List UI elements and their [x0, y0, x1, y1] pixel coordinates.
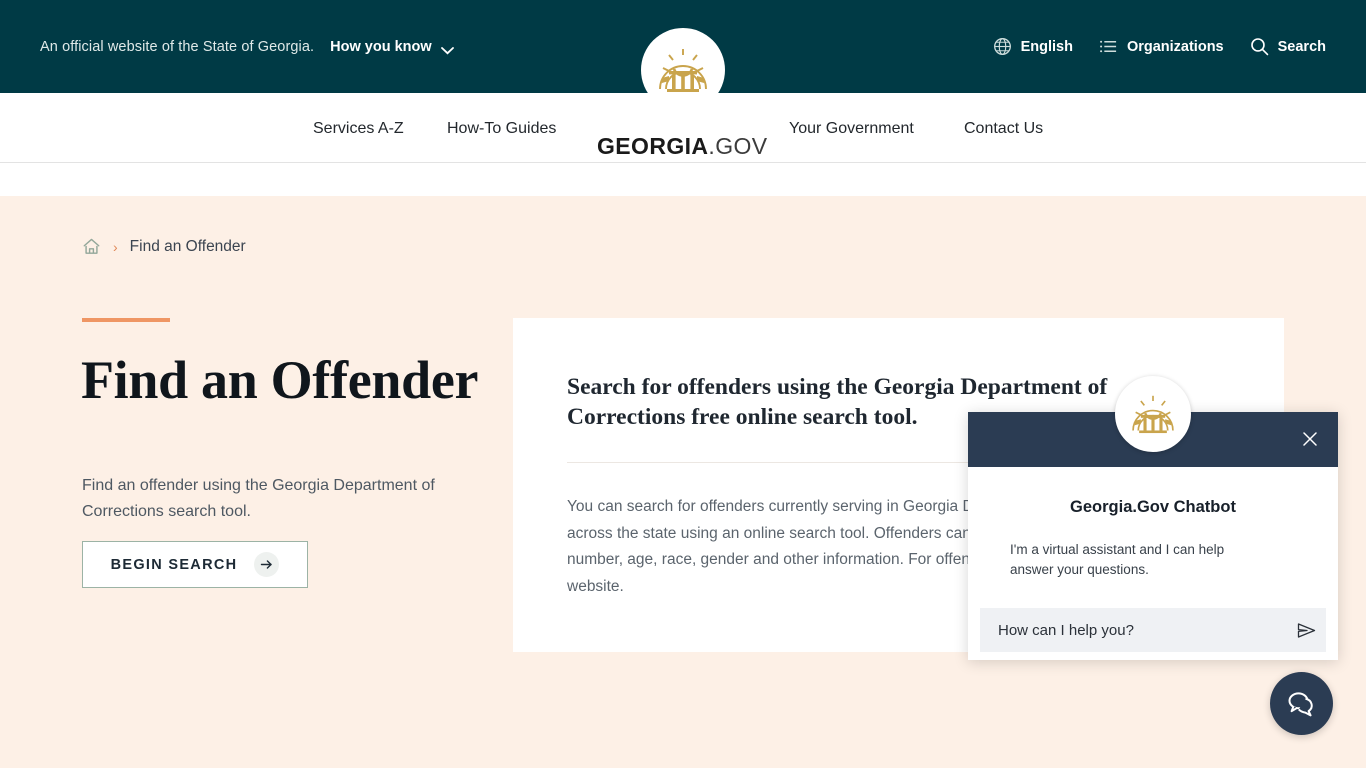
chevron-down-icon [440, 43, 454, 54]
how-you-know-label: How you know [330, 38, 432, 55]
language-selector[interactable]: English [993, 37, 1073, 56]
chatbot-message-input[interactable] [998, 621, 1286, 639]
nav-item-contact-us[interactable]: Contact Us [964, 120, 1043, 138]
search-icon [1250, 37, 1269, 56]
chat-launcher-button[interactable] [1270, 672, 1333, 735]
organizations-link[interactable]: Organizations [1099, 37, 1224, 56]
wordmark-light-text: .GOV [708, 133, 768, 159]
accent-bar [82, 318, 170, 322]
page-subtitle: Find an offender using the Georgia Depar… [82, 477, 435, 520]
breadcrumb: › Find an Offender [82, 237, 246, 256]
arrow-right-icon [254, 552, 280, 577]
wordmark-bold-text: GEORGIA [597, 133, 709, 159]
globe-icon [993, 37, 1012, 56]
chat-bubbles-icon [1288, 691, 1313, 716]
official-website-notice: An official website of the State of Geor… [40, 38, 315, 55]
list-icon [1099, 37, 1118, 56]
organizations-label: Organizations [1126, 38, 1224, 55]
page-root: An official website of the State of Geor… [0, 0, 1366, 768]
official-notice-group: An official website of the State of Geor… [40, 39, 454, 55]
page-title: Find an Offender [81, 350, 479, 410]
chatbot-panel: Georgia.Gov Chatbot I'm a virtual assist… [968, 376, 1338, 660]
chatbot-description: I'm a virtual assistant and I can help a… [1010, 542, 1225, 577]
utility-links: English Organizations Search [993, 0, 1326, 93]
georgia-seal-logo[interactable] [641, 28, 725, 112]
breadcrumb-current-page: Find an Offender [129, 237, 246, 255]
search-toggle[interactable]: Search [1250, 37, 1326, 56]
georgia-gov-wordmark[interactable]: GEORGIA.GOV [597, 133, 768, 160]
begin-search-label: BEGIN SEARCH [110, 556, 238, 573]
home-icon[interactable] [82, 237, 101, 256]
chatbot-input-row [980, 608, 1326, 652]
nav-item-how-to-guides[interactable]: How-To Guides [447, 120, 556, 138]
nav-item-services-az[interactable]: Services A-Z [313, 120, 404, 138]
capitol-arch-icon [1132, 395, 1174, 434]
how-you-know-toggle[interactable]: How you know [330, 39, 454, 55]
language-label: English [1020, 38, 1073, 55]
chatbot-avatar [1115, 376, 1191, 452]
send-icon[interactable] [1286, 608, 1326, 652]
capitol-arch-icon [659, 49, 707, 92]
nav-item-your-government[interactable]: Your Government [789, 120, 914, 138]
search-label: Search [1277, 38, 1326, 55]
begin-search-button[interactable]: BEGIN SEARCH [82, 541, 308, 588]
close-icon[interactable] [1297, 426, 1323, 452]
breadcrumb-separator: › [113, 238, 118, 255]
chatbot-title: Georgia.Gov Chatbot [1070, 498, 1236, 516]
subnav-strip [0, 163, 1366, 196]
